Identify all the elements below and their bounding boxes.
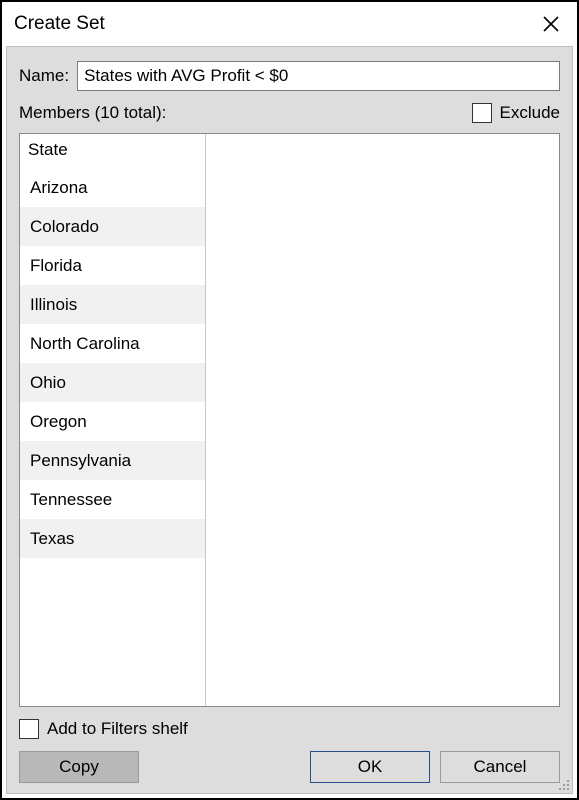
members-column: State ArizonaColoradoFloridaIllinoisNort… — [20, 134, 206, 706]
list-item[interactable]: Florida — [20, 246, 205, 285]
list-item[interactable]: Pennsylvania — [20, 441, 205, 480]
members-header-row: Members (10 total): Exclude — [19, 103, 560, 123]
name-label: Name: — [19, 66, 69, 86]
column-header-state[interactable]: State — [20, 134, 205, 168]
close-button[interactable] — [537, 10, 565, 38]
titlebar: Create Set — [2, 2, 577, 46]
name-input[interactable] — [77, 61, 560, 91]
list-item[interactable]: Colorado — [20, 207, 205, 246]
footer-checkbox-row: Add to Filters shelf — [19, 719, 560, 739]
exclude-checkbox[interactable] — [472, 103, 492, 123]
button-row: Copy OK Cancel — [19, 751, 560, 783]
list-item[interactable]: North Carolina — [20, 324, 205, 363]
list-item[interactable]: Arizona — [20, 168, 205, 207]
close-icon — [543, 16, 559, 32]
add-to-filters-checkbox[interactable] — [19, 719, 39, 739]
list-item[interactable]: Oregon — [20, 402, 205, 441]
list-item[interactable]: Ohio — [20, 363, 205, 402]
members-panel: State ArizonaColoradoFloridaIllinoisNort… — [19, 133, 560, 707]
exclude-label: Exclude — [500, 103, 560, 123]
list-item[interactable]: Texas — [20, 519, 205, 558]
list-item[interactable]: Illinois — [20, 285, 205, 324]
dialog-title: Create Set — [14, 13, 105, 35]
add-to-filters-label: Add to Filters shelf — [47, 719, 188, 739]
members-count-label: Members (10 total): — [19, 103, 166, 123]
cancel-button[interactable]: Cancel — [440, 751, 560, 783]
add-to-filters-wrap[interactable]: Add to Filters shelf — [19, 719, 560, 739]
dialog-body: Name: Members (10 total): Exclude State … — [6, 46, 573, 794]
members-list: ArizonaColoradoFloridaIllinoisNorth Caro… — [20, 168, 205, 558]
members-empty-area — [206, 134, 559, 706]
resize-grip-icon[interactable] — [556, 777, 570, 791]
list-item[interactable]: Tennessee — [20, 480, 205, 519]
ok-button[interactable]: OK — [310, 751, 430, 783]
name-row: Name: — [19, 61, 560, 91]
create-set-dialog: Create Set Name: Members (10 total): Exc… — [0, 0, 579, 800]
copy-button[interactable]: Copy — [19, 751, 139, 783]
exclude-checkbox-wrap[interactable]: Exclude — [472, 103, 560, 123]
